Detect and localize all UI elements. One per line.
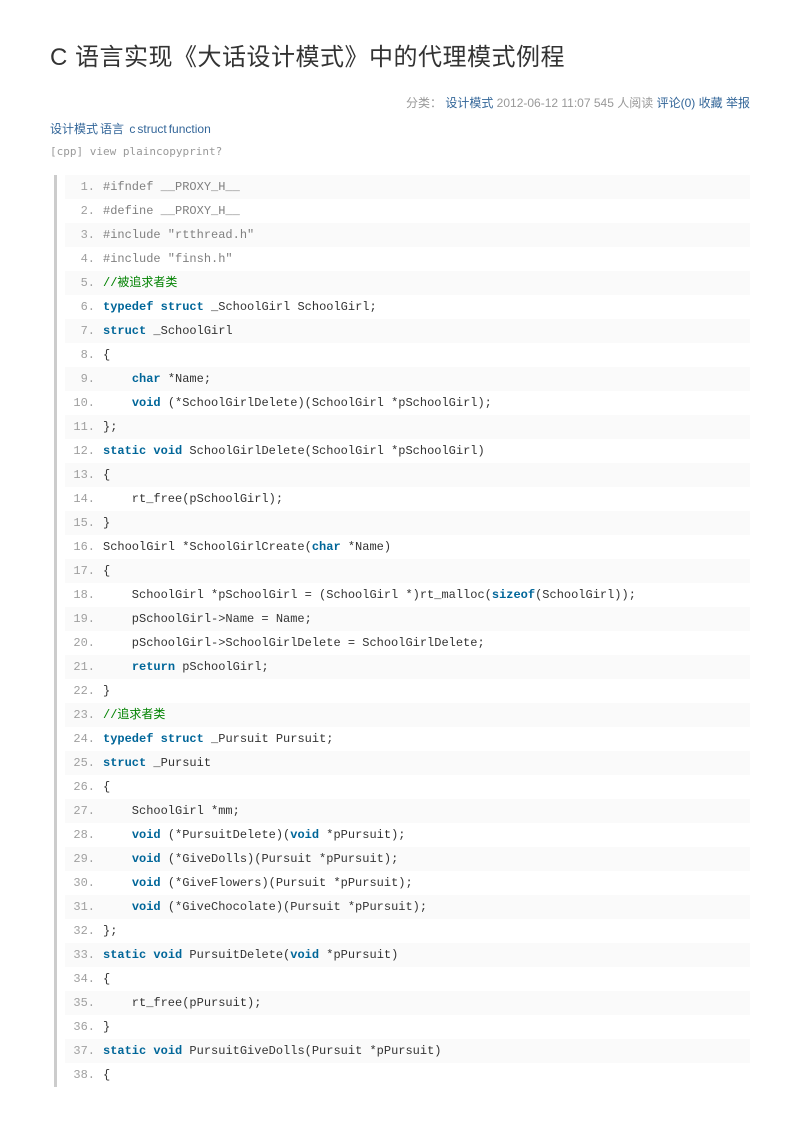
code-lang-label: [cpp] (50, 145, 83, 158)
code-line: } (65, 511, 750, 535)
code-line: static void PursuitGiveDolls(Pursuit *pP… (65, 1039, 750, 1063)
code-line: #define __PROXY_H__ (65, 199, 750, 223)
reads-label: 人阅读 (617, 96, 653, 110)
code-line: pSchoolGirl->Name = Name; (65, 607, 750, 631)
code-line: return pSchoolGirl; (65, 655, 750, 679)
help-link[interactable]: ? (216, 145, 223, 158)
meta-line: 分类： 设计模式 2012-06-12 11:07 545 人阅读 评论(0) … (50, 94, 750, 112)
page-title: C 语言实现《大话设计模式》中的代理模式例程 (50, 40, 750, 76)
code-line: #include "rtthread.h" (65, 223, 750, 247)
code-block: #ifndef __PROXY_H__#define __PROXY_H__#i… (54, 175, 750, 1087)
code-line: { (65, 967, 750, 991)
code-line: #include "finsh.h" (65, 247, 750, 271)
code-line: { (65, 1063, 750, 1087)
code-line: { (65, 775, 750, 799)
code-line: }; (65, 415, 750, 439)
code-line: struct _Pursuit (65, 751, 750, 775)
code-line: void (*GiveChocolate)(Pursuit *pPursuit)… (65, 895, 750, 919)
code-line: SchoolGirl *SchoolGirlCreate(char *Name) (65, 535, 750, 559)
post-datetime: 2012-06-12 11:07 (497, 96, 591, 110)
code-line: }; (65, 919, 750, 943)
code-line: rt_free(pSchoolGirl); (65, 487, 750, 511)
print-link[interactable]: print (182, 145, 215, 158)
code-line: //追求者类 (65, 703, 750, 727)
code-line: pSchoolGirl->SchoolGirlDelete = SchoolGi… (65, 631, 750, 655)
code-line: typedef struct _SchoolGirl SchoolGirl; (65, 295, 750, 319)
code-line: } (65, 679, 750, 703)
code-line: { (65, 463, 750, 487)
code-line: } (65, 1015, 750, 1039)
code-line: typedef struct _Pursuit Pursuit; (65, 727, 750, 751)
code-toolbar: [cpp] view plaincopyprint? (50, 144, 750, 161)
code-line: { (65, 343, 750, 367)
code-line: { (65, 559, 750, 583)
code-line: #ifndef __PROXY_H__ (65, 175, 750, 199)
category-label: 分类： (406, 96, 442, 110)
code-line: //被追求者类 (65, 271, 750, 295)
comments-link[interactable]: 评论(0) (657, 96, 696, 110)
code-line: void (*GiveDolls)(Pursuit *pPursuit); (65, 847, 750, 871)
code-line: static void SchoolGirlDelete(SchoolGirl … (65, 439, 750, 463)
code-line: rt_free(pPursuit); (65, 991, 750, 1015)
reads-count: 545 (594, 96, 614, 110)
tag-link[interactable]: struct (137, 122, 166, 136)
tag-link[interactable]: c (129, 122, 135, 136)
code-line: void (*SchoolGirlDelete)(SchoolGirl *pSc… (65, 391, 750, 415)
tags-line: 设计模式语言 cstructfunction (50, 120, 750, 138)
tag-link[interactable]: function (169, 122, 211, 136)
code-line: SchoolGirl *mm; (65, 799, 750, 823)
report-link[interactable]: 举报 (726, 96, 750, 110)
code-line: void (*PursuitDelete)(void *pPursuit); (65, 823, 750, 847)
tag-link[interactable]: 语言 (100, 122, 124, 136)
code-line: char *Name; (65, 367, 750, 391)
tag-link[interactable]: 设计模式 (50, 122, 98, 136)
favorite-link[interactable]: 收藏 (699, 96, 723, 110)
code-line: void (*GiveFlowers)(Pursuit *pPursuit); (65, 871, 750, 895)
copy-link[interactable]: copy (156, 145, 183, 158)
code-line: static void PursuitDelete(void *pPursuit… (65, 943, 750, 967)
category-link[interactable]: 设计模式 (445, 96, 493, 110)
code-line: struct _SchoolGirl (65, 319, 750, 343)
code-list: #ifndef __PROXY_H__#define __PROXY_H__#i… (57, 175, 750, 1087)
code-line: SchoolGirl *pSchoolGirl = (SchoolGirl *)… (65, 583, 750, 607)
view-plain-link[interactable]: view plain (90, 145, 156, 158)
